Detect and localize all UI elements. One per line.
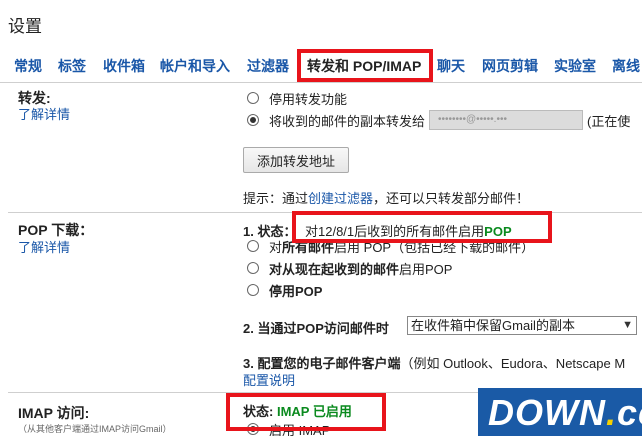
forwarding-option-forward[interactable]: 将收到的邮件的副本转发给 ••••••••@•••••.••• (正在使 [247, 110, 631, 130]
tab-web-clips[interactable]: 网页剪辑 [482, 56, 538, 76]
tab-filters[interactable]: 过滤器 [247, 56, 289, 76]
imap-title: IMAP 访问: [18, 405, 90, 421]
forwarding-hint: 提示：通过创建过滤器，还可以只转发部分邮件！ [243, 188, 529, 207]
tab-accounts-import[interactable]: 帐户和导入 [160, 56, 230, 76]
pop-option-all-prefix: 对 [269, 239, 283, 255]
pop-option-new[interactable]: 对从现在起收到的邮件 启用POP [247, 259, 452, 277]
watermark-text: DOWN.cc [488, 392, 642, 434]
chevron-down-icon: ▼ [622, 319, 633, 331]
imap-note: （从其他客户端通过IMAP访问Gmail） [18, 424, 172, 434]
pop-option-new-bold: 对从现在起收到的邮件 [269, 261, 400, 277]
pop-configure-label: 3. 配置您的电子邮件客户端 [243, 356, 401, 371]
forwarding-address-select[interactable]: ••••••••@•••••.••• [429, 110, 584, 130]
pop-option-new-suffix: 启用POP [399, 261, 453, 277]
pop-option-disable[interactable]: 停用POP [247, 281, 322, 299]
forwarding-option-disable[interactable]: 停用转发功能 [247, 89, 347, 107]
watermark-word: DOWN [488, 392, 606, 433]
watermark-suffix: cc [617, 392, 642, 433]
radio-button[interactable] [247, 240, 259, 252]
tab-offline[interactable]: 离线 [612, 56, 640, 76]
pop-configure-note: （例如 Outlook、Eudora、Netscape M [400, 356, 626, 371]
pop-action-value: 在收件箱中保留Gmail的副本 [411, 318, 575, 333]
page-title: 设置 [8, 17, 42, 36]
pop-option-disable-label: 停用POP [269, 283, 323, 299]
highlight-box-pop-status [292, 211, 552, 243]
pop-action-select[interactable]: 在收件箱中保留Gmail的副本 ▼ [407, 316, 637, 335]
create-filter-link[interactable]: 创建过滤器 [308, 191, 373, 206]
forwarding-option-forward-suffix: (正在使 [587, 113, 631, 129]
forwarding-option-forward-label: 将收到的邮件的副本转发给 [269, 113, 426, 129]
tabs-divider [0, 82, 642, 83]
tab-chat[interactable]: 聊天 [437, 56, 465, 76]
watermark-logo: DOWN.cc [478, 388, 642, 436]
highlight-box-imap-status [226, 393, 386, 431]
tab-general[interactable]: 常规 [14, 56, 42, 76]
pop-when-label: 2. 当通过POP访问邮件时 [243, 321, 389, 336]
radio-button[interactable] [247, 92, 259, 104]
add-forwarding-address-button[interactable]: 添加转发地址 [243, 147, 349, 173]
radio-button-checked[interactable] [247, 114, 259, 126]
pop-configure-step: 3. 配置您的电子邮件客户端（例如 Outlook、Eudora、Netscap… [243, 353, 625, 372]
hint-prefix: 提示：通过 [243, 191, 309, 206]
tab-labs[interactable]: 实验室 [554, 56, 596, 76]
watermark-dot: . [605, 392, 617, 433]
tab-inbox[interactable]: 收件箱 [103, 56, 145, 76]
highlight-box-tab [297, 49, 433, 82]
radio-button[interactable] [247, 284, 259, 296]
pop-configure-instructions-link[interactable]: 配置说明 [243, 370, 295, 389]
forwarding-learn-more-link[interactable]: 了解详情 [18, 104, 70, 123]
radio-button[interactable] [247, 262, 259, 274]
hint-suffix: ，还可以只转发部分邮件！ [373, 191, 530, 206]
tab-labels[interactable]: 标签 [58, 56, 86, 76]
pop-learn-more-link[interactable]: 了解详情 [18, 237, 70, 256]
forwarding-option-disable-label: 停用转发功能 [269, 91, 348, 107]
